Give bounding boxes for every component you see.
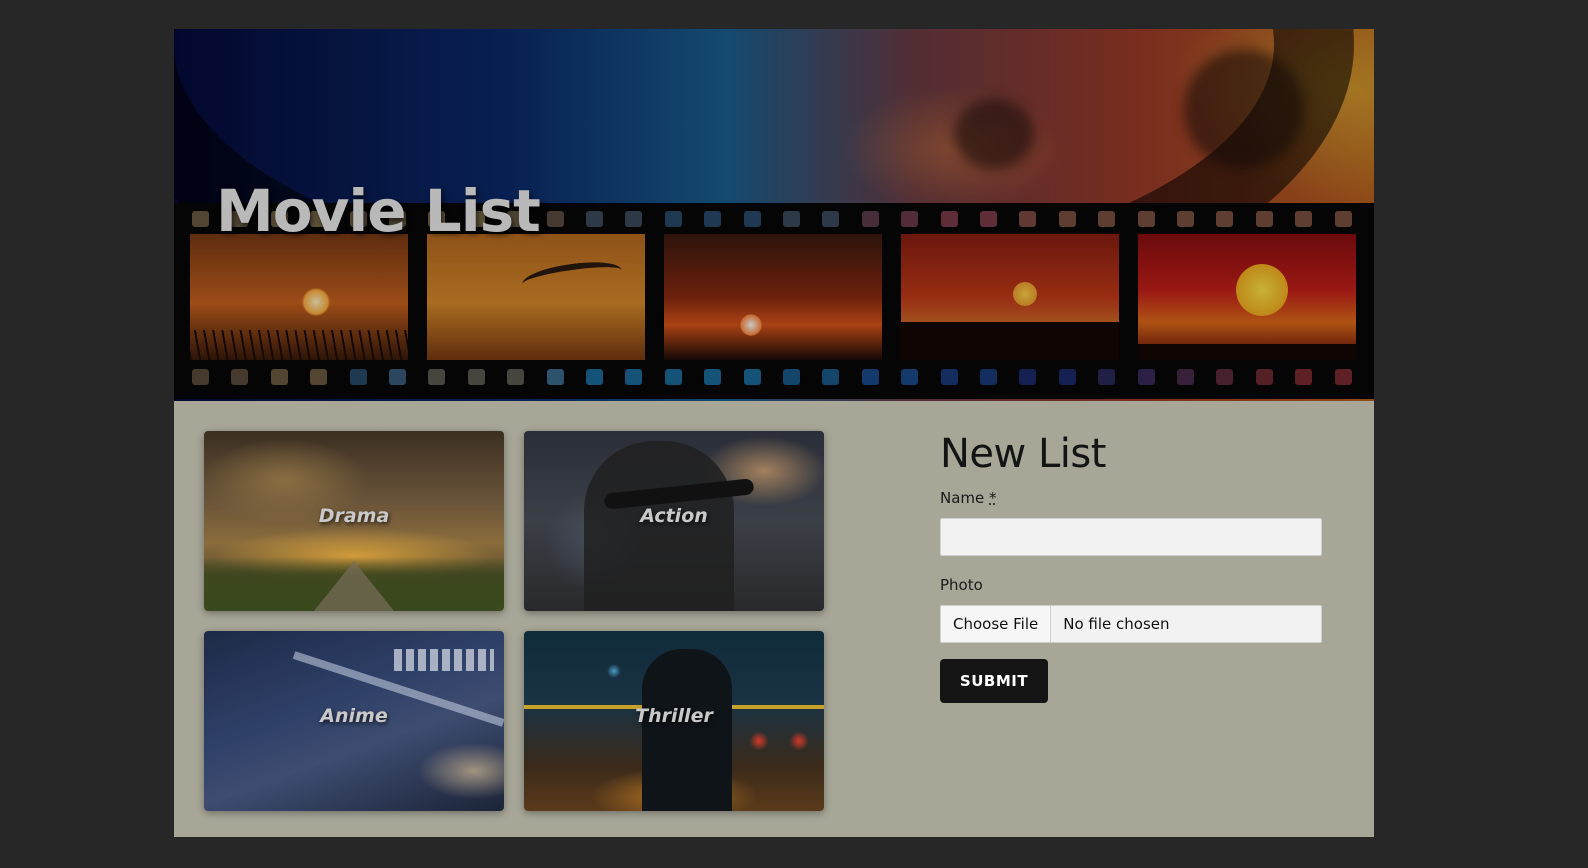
hero-banner: Movie List bbox=[174, 29, 1374, 401]
category-card-drama[interactable]: Drama bbox=[204, 431, 504, 611]
station-windows-graphic bbox=[394, 649, 494, 671]
file-status-text: No file chosen bbox=[1063, 615, 1170, 633]
category-label: Action bbox=[640, 505, 708, 527]
category-label: Anime bbox=[320, 705, 388, 727]
form-heading: New List bbox=[940, 431, 1106, 477]
road-graphic bbox=[314, 561, 394, 611]
category-card-action[interactable]: Action bbox=[524, 431, 824, 611]
photo-label: Photo bbox=[940, 576, 983, 594]
man-silhouette-graphic bbox=[642, 649, 732, 811]
name-label: Name * bbox=[940, 489, 1322, 507]
page-title: Movie List bbox=[216, 177, 541, 245]
name-label-text: Name bbox=[940, 489, 985, 507]
name-input[interactable] bbox=[940, 518, 1322, 556]
submit-button[interactable]: SUBMIT bbox=[940, 659, 1048, 703]
required-marker: * bbox=[989, 489, 997, 507]
photo-file-input[interactable]: Choose File No file chosen bbox=[940, 605, 1322, 643]
category-label: Drama bbox=[318, 505, 390, 527]
category-card-anime[interactable]: Anime bbox=[204, 631, 504, 811]
page-container: Movie List Drama Action Anime Thriller N… bbox=[174, 29, 1374, 837]
category-card-thriller[interactable]: Thriller bbox=[524, 631, 824, 811]
choose-file-button[interactable]: Choose File bbox=[941, 606, 1052, 642]
new-list-form: New List Name * Photo Choose File No fil… bbox=[940, 431, 1322, 703]
category-label: Thriller bbox=[635, 705, 713, 727]
